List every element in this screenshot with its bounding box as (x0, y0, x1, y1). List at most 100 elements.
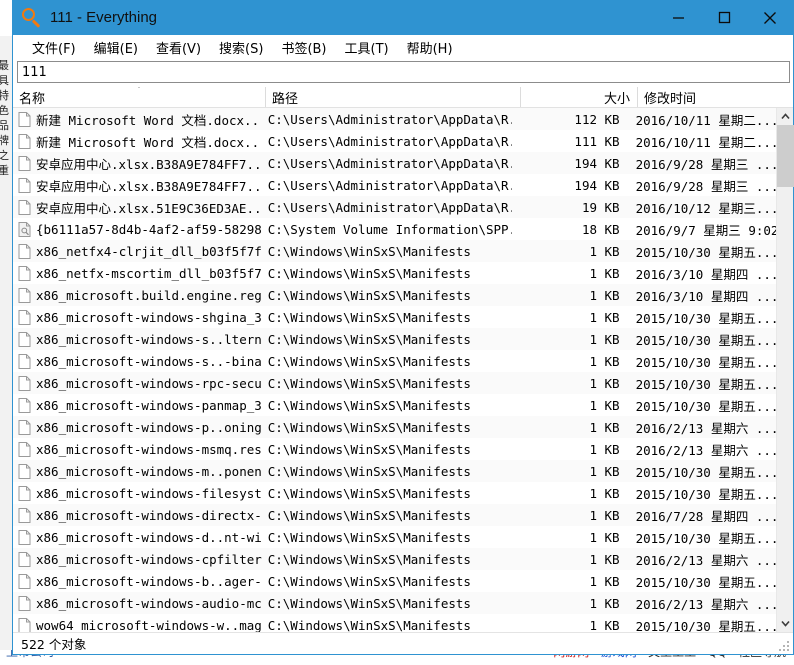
table-row[interactable]: x86_microsoft-windows-b..ager-...C:\Wind… (13, 570, 776, 592)
menu-file[interactable]: 文件(F) (23, 36, 85, 59)
menu-tools[interactable]: 工具(T) (336, 36, 398, 59)
row-size-text: 194 KB (574, 156, 619, 171)
minimize-button[interactable] (655, 0, 701, 35)
scroll-up-arrow-icon[interactable] (777, 108, 793, 125)
table-row[interactable]: x86_microsoft-windows-filesyst... C:\Wind… (13, 482, 776, 504)
table-row[interactable]: 安卓应用中心.xlsx.B38A9E784FF7...C:\Users\Admi… (13, 174, 776, 196)
table-row[interactable]: x86_microsoft-windows-m..ponen...C:\Wind… (13, 460, 776, 482)
row-name-cell[interactable]: 安卓应用中心.xlsx.B38A9E784FF7... (13, 176, 262, 195)
menu-edit[interactable]: 编辑(E) (85, 36, 147, 59)
row-size-text: 1 KB (589, 442, 619, 457)
row-date-text: 2016/3/10 星期四 ... (636, 289, 776, 304)
row-name-cell[interactable]: x86_microsoft-windows-d..nt-wi... (13, 530, 262, 545)
table-row[interactable]: 新建 Microsoft Word 文档.docx....C:\Users\Ad… (13, 130, 776, 152)
file-icon (18, 464, 31, 479)
table-row[interactable]: x86_microsoft-windows-directx-...C:\Wind… (13, 504, 776, 526)
row-name-text: wow64_microsoft-windows-w..mag... (36, 618, 262, 633)
row-path-cell: C:\Users\Administrator\AppData\R... (262, 178, 513, 193)
table-row[interactable]: x86_microsoft-windows-s..ltern...C:\Wind… (13, 328, 776, 350)
row-name-cell[interactable]: x86_microsoft-windows-p..oning... (13, 420, 262, 435)
row-name-cell[interactable]: x86_microsoft-windows-filesyst... (13, 486, 262, 501)
scrollbar-track[interactable] (777, 125, 793, 615)
row-name-cell[interactable]: x86_microsoft-windows-directx-... (13, 508, 262, 523)
row-name-text: 安卓应用中心.xlsx.51E9C36ED3AE... (36, 198, 262, 217)
table-row[interactable]: x86_microsoft-windows-panmap_3...C:\Wind… (13, 394, 776, 416)
row-path-cell: C:\Windows\WinSxS\Manifests (262, 552, 513, 567)
row-name-cell[interactable]: x86_microsoft-windows-s..ltern... (13, 332, 262, 347)
menu-help[interactable]: 帮助(H) (398, 36, 462, 59)
row-path-text: C:\Windows\WinSxS\Manifests (268, 552, 471, 567)
table-row[interactable]: x86_netfx4-clrjit_dll_b03f5f7f...C:\Wind… (13, 240, 776, 262)
row-name-cell[interactable]: x86_microsoft-windows-b..ager-... (13, 574, 262, 589)
column-header-date-modified[interactable]: 修改时间 (638, 87, 776, 107)
table-row[interactable]: 安卓应用中心.xlsx.B38A9E784FF7...C:\Users\Admi… (13, 152, 776, 174)
menu-bookmarks[interactable]: 书签(B) (272, 36, 335, 59)
table-row[interactable]: x86_microsoft-windows-p..oning...C:\Wind… (13, 416, 776, 438)
resize-grip-icon[interactable] (778, 640, 791, 653)
maximize-button[interactable] (701, 0, 747, 35)
row-date-cell: 2016/10/11 星期二... (628, 110, 776, 129)
menu-view[interactable]: 查看(V) (147, 36, 210, 59)
row-size-text: 1 KB (589, 354, 619, 369)
row-name-cell[interactable]: x86_microsoft-windows-audio-mc... (13, 596, 262, 611)
table-row[interactable]: x86_microsoft.build.engine.reg...C:\Wind… (13, 284, 776, 306)
column-header-size[interactable]: 大小 (521, 87, 638, 107)
row-name-cell[interactable]: x86_microsoft-windows-rpc-secu... (13, 376, 262, 391)
row-path-text: C:\Windows\WinSxS\Manifests (268, 486, 471, 501)
row-date-cell: 2016/2/13 星期六 ... (628, 440, 776, 459)
menu-search[interactable]: 搜索(S) (210, 36, 272, 59)
results-rows-container[interactable]: 新建 Microsoft Word 文档.docx.... C:\Users\Ad… (13, 108, 776, 632)
row-name-cell[interactable]: 新建 Microsoft Word 文档.docx.... (13, 132, 262, 151)
column-header-path[interactable]: 路径 (266, 87, 521, 107)
row-name-cell[interactable]: 新建 Microsoft Word 文档.docx.... (13, 110, 262, 129)
table-row[interactable]: x86_microsoft-windows-s..-bina...C:\Wind… (13, 350, 776, 372)
menu-bar: 文件(F) 编辑(E) 查看(V) 搜索(S) 书签(B) 工具(T) 帮助(H… (13, 35, 793, 59)
row-name-cell[interactable]: x86_netfx-mscortim_dll_b03f5f7... (13, 266, 262, 281)
scroll-down-arrow-icon[interactable] (777, 615, 793, 632)
desktop-background: 最具特色品牌之重 上市公司 网游网 游戏网 文王工工 QQ 社区导航 111 -… (0, 0, 794, 665)
row-size-cell: 1 KB (512, 486, 627, 501)
row-name-cell[interactable]: wow64_microsoft-windows-w..mag... (13, 618, 262, 633)
row-name-cell[interactable]: x86_microsoft.build.engine.reg... (13, 288, 262, 303)
table-row[interactable]: x86_microsoft-windows-msmq.res...C:\Wind… (13, 438, 776, 460)
file-icon (18, 332, 31, 347)
table-row[interactable]: x86_microsoft-windows-cpfilter... C:\Wind… (13, 548, 776, 570)
table-row[interactable]: x86_microsoft-windows-d..nt-wi...C:\Wind… (13, 526, 776, 548)
close-button[interactable] (747, 0, 793, 35)
row-name-cell[interactable]: x86_microsoft-windows-panmap_3... (13, 398, 262, 413)
title-bar[interactable]: 111 - Everything (13, 0, 793, 35)
row-path-cell: C:\System Volume Information\SPP... (262, 222, 513, 237)
row-name-text: 新建 Microsoft Word 文档.docx.... (36, 110, 262, 129)
row-path-text: C:\Windows\WinSxS\Manifests (268, 266, 471, 281)
column-header-name[interactable]: 名称 ˅ (13, 87, 266, 107)
file-icon (18, 354, 31, 369)
search-input[interactable] (17, 61, 790, 83)
table-row[interactable]: x86_microsoft-windows-audio-mc...C:\Wind… (13, 592, 776, 614)
vertical-scrollbar[interactable] (776, 108, 793, 632)
scrollbar-thumb[interactable] (777, 125, 794, 187)
file-icon (18, 266, 31, 281)
row-name-cell[interactable]: x86_netfx4-clrjit_dll_b03f5f7f... (13, 244, 262, 259)
table-row[interactable]: 安卓应用中心.xlsx.51E9C36ED3AE...C:\Users\Admi… (13, 196, 776, 218)
row-path-cell: C:\Windows\WinSxS\Manifests (262, 376, 513, 391)
row-name-cell[interactable]: x86_microsoft-windows-msmq.res... (13, 442, 262, 457)
row-path-cell: C:\Windows\WinSxS\Manifests (262, 310, 513, 325)
row-name-cell[interactable]: x86_microsoft-windows-cpfilter... (13, 552, 262, 567)
table-row[interactable]: {b6111a57-8d4b-4af2-af59-58298...C:\Syst… (13, 218, 776, 240)
row-name-cell[interactable]: {b6111a57-8d4b-4af2-af59-58298... (13, 222, 262, 237)
row-name-cell[interactable]: x86_microsoft-windows-shgina_3... (13, 310, 262, 325)
row-date-text: 2016/2/13 星期六 ... (636, 421, 776, 436)
row-name-cell[interactable]: x86_microsoft-windows-s..-bina... (13, 354, 262, 369)
row-name-text: x86_microsoft-windows-panmap_3... (36, 398, 262, 413)
table-row[interactable]: x86_microsoft-windows-rpc-secu...C:\Wind… (13, 372, 776, 394)
table-row[interactable]: wow64_microsoft-windows-w..mag...C:\Wind… (13, 614, 776, 632)
table-row[interactable]: 新建 Microsoft Word 文档.docx....C:\Users\Ad… (13, 108, 776, 130)
row-name-cell[interactable]: 安卓应用中心.xlsx.51E9C36ED3AE... (13, 198, 262, 217)
row-name-cell[interactable]: x86_microsoft-windows-m..ponen... (13, 464, 262, 479)
row-date-cell: 2016/9/28 星期三 ... (628, 154, 776, 173)
row-name-cell[interactable]: 安卓应用中心.xlsx.B38A9E784FF7... (13, 154, 262, 173)
table-row[interactable]: x86_netfx-mscortim_dll_b03f5f7... C:\Wind… (13, 262, 776, 284)
row-name-text: x86_microsoft-windows-msmq.res... (36, 442, 262, 457)
file-icon (18, 508, 31, 523)
table-row[interactable]: x86_microsoft-windows-shgina_3...C:\Wind… (13, 306, 776, 328)
